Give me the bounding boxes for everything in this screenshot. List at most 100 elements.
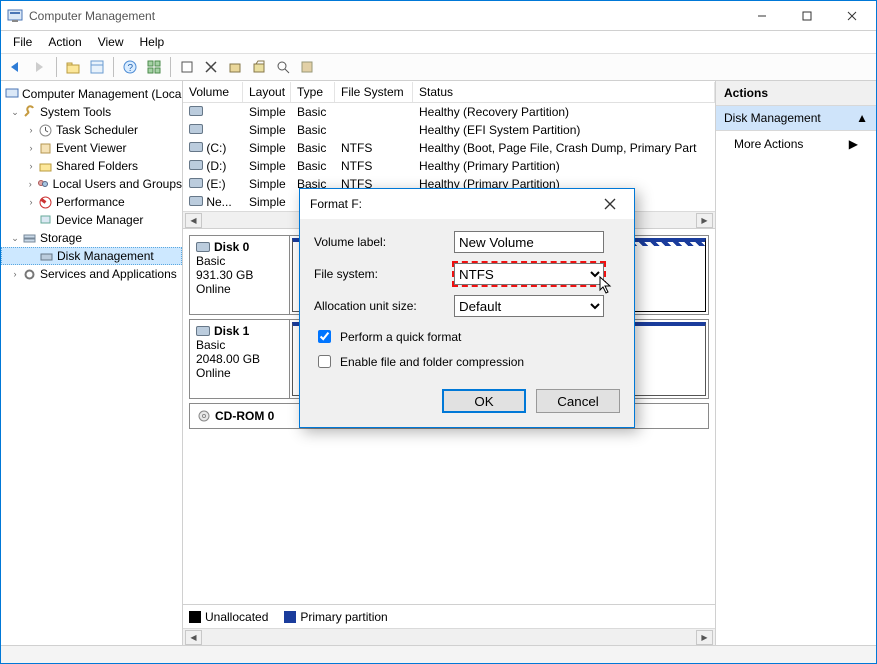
disk-icon <box>189 178 203 188</box>
scroll-right-icon[interactable]: ▶ <box>696 213 713 228</box>
titlebar: Computer Management <box>1 1 876 31</box>
expand-icon[interactable]: › <box>25 197 37 207</box>
collapse-icon[interactable]: ▲ <box>856 111 868 125</box>
hscroll-bottom[interactable]: ◀ ▶ <box>183 628 715 645</box>
disk-icon <box>189 124 203 134</box>
legend-unallocated-icon <box>189 611 201 623</box>
tree-disk-management[interactable]: Disk Management <box>1 247 182 265</box>
menubar: File Action View Help <box>1 31 876 53</box>
col-type[interactable]: Type <box>291 82 335 102</box>
tree-local-users[interactable]: ›Local Users and Groups <box>1 175 182 193</box>
refresh-icon[interactable] <box>176 56 198 78</box>
volume-label-label: Volume label: <box>314 235 454 249</box>
app-icon <box>7 8 23 24</box>
more-actions[interactable]: More Actions ▶ <box>716 131 876 157</box>
toolbar: ? <box>1 53 876 81</box>
expand-icon[interactable]: › <box>25 125 37 135</box>
tree-panel[interactable]: Computer Management (Local) ⌄ System Too… <box>1 81 183 645</box>
quick-format-checkbox[interactable] <box>318 330 331 343</box>
collapse-icon[interactable]: ⌄ <box>9 107 21 118</box>
disk-icon <box>38 248 54 264</box>
dialog-title: Format F: <box>310 197 590 211</box>
legend: Unallocated Primary partition <box>183 604 715 628</box>
tree-event-viewer[interactable]: ›Event Viewer <box>1 139 182 157</box>
allocation-unit-select[interactable]: Default <box>454 295 604 317</box>
tree-task-scheduler[interactable]: ›Task Scheduler <box>1 121 182 139</box>
col-filesystem[interactable]: File System <box>335 82 413 102</box>
volume-row[interactable]: (D:)SimpleBasicNTFSHealthy (Primary Part… <box>183 157 715 175</box>
col-volume[interactable]: Volume <box>183 82 243 102</box>
allocation-unit-label: Allocation unit size: <box>314 299 454 313</box>
dialog-titlebar: Format F: <box>300 189 634 219</box>
disk-icon <box>189 142 203 152</box>
collapse-icon[interactable]: ⌄ <box>9 233 21 244</box>
actions-header: Actions <box>716 81 876 106</box>
tree-system-tools[interactable]: ⌄ System Tools <box>1 103 182 121</box>
format-dialog: Format F: Volume label: File system: NTF… <box>299 188 635 428</box>
event-icon <box>37 140 53 156</box>
tree-storage[interactable]: ⌄Storage <box>1 229 182 247</box>
disk-icon <box>189 160 203 170</box>
perf-icon <box>37 194 53 210</box>
tree-device-manager[interactable]: Device Manager <box>1 211 182 229</box>
back-icon[interactable] <box>5 56 27 78</box>
settings-icon[interactable] <box>296 56 318 78</box>
cancel-button[interactable]: Cancel <box>536 389 620 413</box>
scroll-left-icon[interactable]: ◀ <box>185 630 202 645</box>
menu-action[interactable]: Action <box>40 33 89 51</box>
storage-icon <box>21 230 37 246</box>
volume-header[interactable]: Volume Layout Type File System Status <box>183 81 715 103</box>
delete-icon[interactable] <box>200 56 222 78</box>
help-icon[interactable]: ? <box>119 56 141 78</box>
clock-icon <box>37 122 53 138</box>
maximize-button[interactable] <box>784 1 829 30</box>
close-button[interactable] <box>829 1 874 30</box>
submenu-icon: ▶ <box>849 137 858 151</box>
computer-icon <box>5 86 19 102</box>
search-icon[interactable] <box>272 56 294 78</box>
disk-1-info: Disk 1 Basic 2048.00 GB Online <box>190 320 290 398</box>
volume-row[interactable]: SimpleBasicHealthy (Recovery Partition) <box>183 103 715 121</box>
dialog-close-button[interactable] <box>590 190 630 218</box>
up-icon[interactable] <box>62 56 84 78</box>
minimize-button[interactable] <box>739 1 784 30</box>
expand-icon[interactable]: › <box>25 161 37 171</box>
quick-format-label: Perform a quick format <box>340 330 461 344</box>
disk-0-info: Disk 0 Basic 931.30 GB Online <box>190 236 290 314</box>
actions-panel: Actions Disk Management ▲ More Actions ▶ <box>716 81 876 645</box>
tree-shared-folders[interactable]: ›Shared Folders <box>1 157 182 175</box>
view-icon[interactable] <box>143 56 165 78</box>
menu-help[interactable]: Help <box>132 33 173 51</box>
services-icon <box>21 266 37 282</box>
menu-view[interactable]: View <box>90 33 132 51</box>
title-text: Computer Management <box>29 9 739 23</box>
col-status[interactable]: Status <box>413 82 715 102</box>
tree-root[interactable]: Computer Management (Local) <box>1 85 182 103</box>
col-layout[interactable]: Layout <box>243 82 291 102</box>
compression-checkbox[interactable] <box>318 355 331 368</box>
menu-file[interactable]: File <box>5 33 40 51</box>
expand-icon[interactable]: › <box>9 269 21 279</box>
forward-icon <box>29 56 51 78</box>
disk-icon <box>189 106 203 116</box>
filesystem-label: File system: <box>314 267 454 281</box>
tree-performance[interactable]: ›Performance <box>1 193 182 211</box>
tool-icon-2[interactable] <box>248 56 270 78</box>
filesystem-select[interactable]: NTFS <box>454 263 604 285</box>
ok-button[interactable]: OK <box>442 389 526 413</box>
computer-management-window: Computer Management File Action View Hel… <box>0 0 877 664</box>
volume-row[interactable]: (C:)SimpleBasicNTFSHealthy (Boot, Page F… <box>183 139 715 157</box>
folder-icon <box>37 158 53 174</box>
expand-icon[interactable]: › <box>25 143 37 153</box>
volume-label-input[interactable] <box>454 231 604 253</box>
svg-text:?: ? <box>128 63 134 74</box>
scroll-right-icon[interactable]: ▶ <box>696 630 713 645</box>
volume-row[interactable]: SimpleBasicHealthy (EFI System Partition… <box>183 121 715 139</box>
expand-icon[interactable]: › <box>25 179 36 189</box>
tree-services[interactable]: ›Services and Applications <box>1 265 182 283</box>
statusbar <box>1 645 876 663</box>
tool-icon-1[interactable] <box>224 56 246 78</box>
actions-section[interactable]: Disk Management ▲ <box>716 106 876 131</box>
scroll-left-icon[interactable]: ◀ <box>185 213 202 228</box>
properties-icon[interactable] <box>86 56 108 78</box>
